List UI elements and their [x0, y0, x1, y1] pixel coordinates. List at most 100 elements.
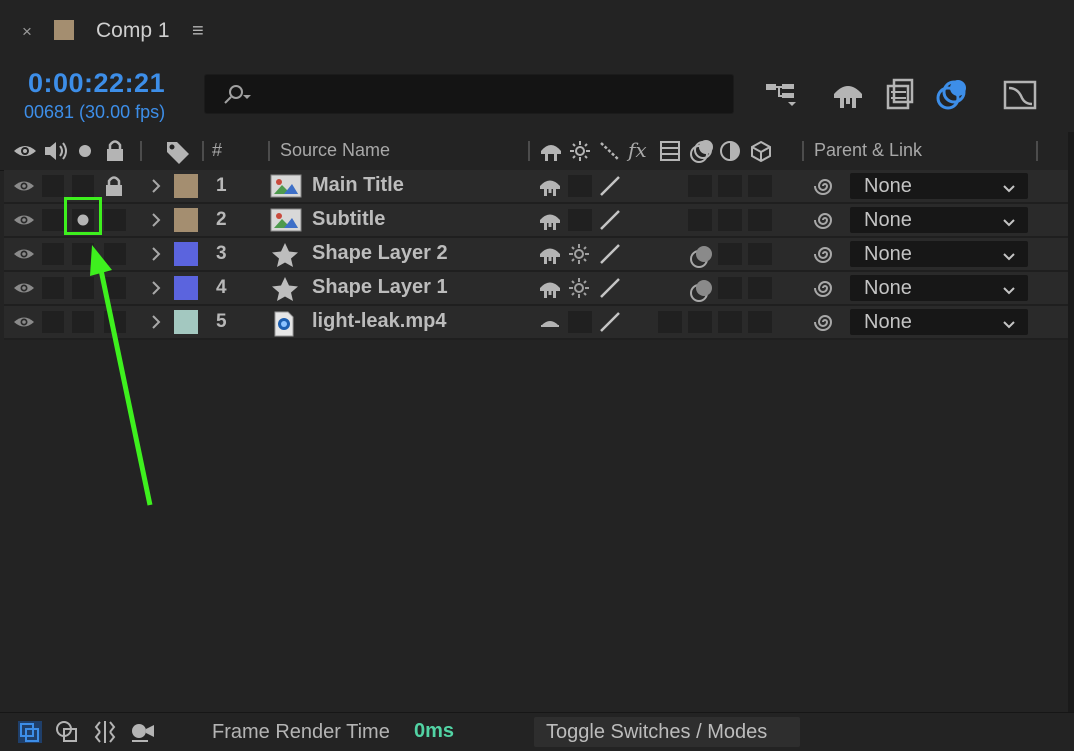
collapse-transform-switch[interactable]: [568, 243, 592, 265]
3d-layer-switch[interactable]: [748, 277, 772, 299]
video-column-eye-icon[interactable]: [12, 141, 38, 161]
frame-blend-switch[interactable]: [658, 311, 682, 333]
lock-switch[interactable]: [104, 209, 126, 231]
frame-blend-header-icon[interactable]: [658, 139, 682, 163]
parent-dropdown[interactable]: None: [850, 241, 1028, 267]
solo-column-dot-icon[interactable]: [77, 143, 93, 159]
parent-dropdown[interactable]: None: [850, 309, 1028, 335]
solo-switch[interactable]: [72, 277, 94, 299]
audio-switch[interactable]: [42, 209, 64, 231]
shy-switch-icon[interactable]: [538, 277, 562, 299]
effects-header-icon[interactable]: fx: [628, 138, 647, 162]
expand-layer-chevron-icon[interactable]: [150, 279, 162, 302]
shy-switch-header-icon[interactable]: [538, 139, 564, 163]
motion-blur-switch[interactable]: [688, 277, 712, 302]
parent-dropdown[interactable]: None: [850, 207, 1028, 233]
motion-blur-switch[interactable]: [688, 311, 712, 333]
expand-layer-chevron-icon[interactable]: [150, 313, 162, 336]
lock-switch[interactable]: [104, 175, 126, 197]
collapse-transform-switch[interactable]: [568, 311, 592, 333]
layer-row[interactable]: 5 light-leak.mp4 None: [4, 306, 1070, 340]
motion-blur-switch[interactable]: [688, 209, 712, 231]
visibility-eye-icon[interactable]: [13, 178, 35, 199]
shy-switch-icon[interactable]: [538, 175, 562, 197]
parent-dropdown[interactable]: None: [850, 275, 1028, 301]
lock-switch[interactable]: [104, 311, 126, 333]
expand-layer-chevron-icon[interactable]: [150, 245, 162, 268]
layer-name[interactable]: Shape Layer 1: [312, 276, 448, 299]
visibility-eye-icon[interactable]: [13, 212, 35, 233]
collapse-transform-switch[interactable]: [568, 209, 592, 231]
expand-layer-chevron-icon[interactable]: [150, 211, 162, 234]
adjustment-layer-switch[interactable]: [718, 311, 742, 333]
quality-slash-icon[interactable]: [598, 311, 622, 333]
quality-header-icon[interactable]: [598, 140, 622, 162]
label-column-tag-icon[interactable]: [164, 137, 192, 165]
shy-switch-icon[interactable]: [538, 209, 562, 231]
layer-row[interactable]: 2 Subtitle None: [4, 204, 1070, 238]
in-out-duration-pane-icon[interactable]: [92, 719, 118, 745]
layer-search-input[interactable]: [204, 74, 734, 114]
layer-row[interactable]: 4 Shape Layer 1 None: [4, 272, 1070, 306]
label-color-swatch[interactable]: [174, 242, 198, 266]
render-time-pane-icon[interactable]: [128, 719, 158, 745]
label-color-swatch[interactable]: [174, 310, 198, 334]
panel-menu-icon[interactable]: ≡: [192, 20, 204, 43]
parent-pick-whip-icon[interactable]: [812, 209, 838, 236]
number-column-header[interactable]: #: [212, 140, 222, 161]
visibility-eye-icon[interactable]: [13, 280, 35, 301]
3d-layer-switch[interactable]: [748, 175, 772, 197]
shy-switch-icon[interactable]: [538, 311, 562, 333]
shy-switch-icon[interactable]: [538, 243, 562, 265]
layer-name[interactable]: Subtitle: [312, 208, 385, 231]
solo-switch[interactable]: [72, 311, 94, 333]
parent-dropdown[interactable]: None: [850, 173, 1028, 199]
layer-name[interactable]: Shape Layer 2: [312, 242, 448, 265]
visibility-eye-icon[interactable]: [13, 246, 35, 267]
audio-switch[interactable]: [42, 277, 64, 299]
quality-slash-icon[interactable]: [598, 277, 622, 299]
parent-pick-whip-icon[interactable]: [812, 311, 838, 338]
layer-row[interactable]: 1 Main Title None: [4, 170, 1070, 204]
visibility-eye-icon[interactable]: [13, 314, 35, 335]
layer-row[interactable]: 3 Shape Layer 2 None: [4, 238, 1070, 272]
layer-switches-pane-icon[interactable]: [16, 719, 44, 745]
motion-blur-switch[interactable]: [688, 175, 712, 197]
motion-blur-switch[interactable]: [688, 243, 712, 268]
shy-layers-icon[interactable]: [762, 74, 802, 114]
current-time-display[interactable]: 0:00:22:21: [28, 68, 165, 99]
quality-slash-icon[interactable]: [598, 243, 622, 265]
layer-name[interactable]: light-leak.mp4: [312, 310, 446, 333]
label-color-swatch[interactable]: [174, 174, 198, 198]
parent-pick-whip-icon[interactable]: [812, 277, 838, 304]
adjustment-layer-header-icon[interactable]: [719, 140, 741, 162]
label-color-swatch[interactable]: [174, 276, 198, 300]
lock-switch[interactable]: [104, 243, 126, 265]
collapse-transform-switch[interactable]: [568, 175, 592, 197]
label-color-swatch[interactable]: [174, 208, 198, 232]
adjustment-layer-switch[interactable]: [718, 277, 742, 299]
parent-pick-whip-icon[interactable]: [812, 243, 838, 270]
layer-name[interactable]: Main Title: [312, 174, 404, 197]
draft-3d-icon[interactable]: [828, 74, 868, 114]
parent-link-column-header[interactable]: Parent & Link: [814, 140, 922, 161]
quality-slash-icon[interactable]: [598, 175, 622, 197]
parent-pick-whip-icon[interactable]: [812, 175, 838, 202]
3d-layer-switch[interactable]: [748, 311, 772, 333]
source-name-column-header[interactable]: Source Name: [280, 140, 390, 161]
audio-column-speaker-icon[interactable]: [42, 139, 70, 163]
audio-switch[interactable]: [42, 311, 64, 333]
collapse-transform-switch[interactable]: [568, 277, 592, 299]
comp-tab-title[interactable]: Comp 1: [96, 19, 170, 43]
lock-column-icon[interactable]: [104, 138, 126, 164]
adjustment-layer-switch[interactable]: [718, 209, 742, 231]
transfer-controls-pane-icon[interactable]: [54, 719, 80, 745]
toggle-switches-modes-button[interactable]: Toggle Switches / Modes: [534, 717, 800, 747]
3d-layer-switch[interactable]: [748, 209, 772, 231]
motion-blur-header-icon[interactable]: [688, 137, 716, 165]
quality-slash-icon[interactable]: [598, 209, 622, 231]
solo-switch[interactable]: [72, 243, 94, 265]
3d-layer-header-icon[interactable]: [750, 140, 772, 162]
close-tab-icon[interactable]: ×: [22, 22, 32, 42]
graph-editor-icon[interactable]: [1000, 74, 1040, 114]
